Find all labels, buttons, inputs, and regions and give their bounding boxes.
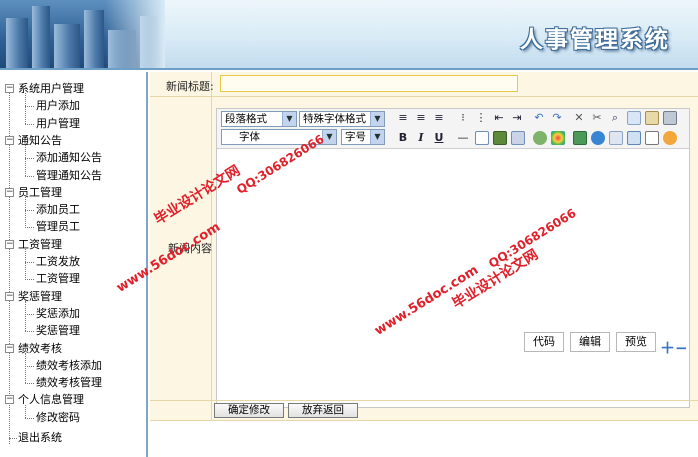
sidebar-group-5[interactable]: − 绩效考核 <box>0 340 62 357</box>
tab-code[interactable]: 代码 <box>524 332 564 352</box>
system-title: 人事管理系统 <box>520 27 670 53</box>
sidebar-item[interactable]: 绩效考核管理 <box>0 374 102 391</box>
sidebar-item-label: 工资管理 <box>36 272 80 286</box>
collapse-icon[interactable]: − <box>5 187 14 197</box>
undo-icon[interactable]: ↶ <box>531 110 547 126</box>
sidebar-item[interactable]: 添加通知公告 <box>0 149 102 166</box>
sidebar-item[interactable]: 工资发放 <box>0 253 80 270</box>
sidebar-group-0[interactable]: − 系统用户管理 <box>0 80 84 97</box>
bullet-list-icon[interactable]: ⁝ <box>455 110 471 126</box>
redo-icon[interactable]: ↷ <box>549 110 565 126</box>
editor-toolbar: 段落格式 ▼ 特殊字体格式 ▼ 字体 ▼ 字号 ▼ ≡ ≡ ≡ ⁝ ⋮ ⇤ ⇥ ↶ ↷ … <box>217 109 689 149</box>
cancel-return-button[interactable]: 放弃返回 <box>288 403 358 418</box>
sidebar-item[interactable]: 工资管理 <box>0 270 80 287</box>
sidebar-item-label: 绩效考核添加 <box>36 358 102 372</box>
sidebar-item-label: 添加员工 <box>36 203 80 217</box>
sidebar-group-3[interactable]: − 工资管理 <box>0 236 62 253</box>
sidebar-item[interactable]: 管理通知公告 <box>0 167 102 184</box>
numbered-list-icon[interactable]: ⋮ <box>473 110 489 126</box>
sidebar-item-label: 修改密码 <box>36 410 80 424</box>
help-icon[interactable] <box>663 131 677 145</box>
action-buttons: 确定修改 放弃返回 <box>150 400 698 418</box>
delete-icon[interactable]: ✕ <box>571 110 587 126</box>
underline-button[interactable]: U <box>431 130 447 146</box>
news-title-input[interactable] <box>220 75 518 92</box>
special-format-select[interactable]: 特殊字体格式 ▼ <box>299 111 385 127</box>
sidebar-item-label: 添加通知公告 <box>36 151 102 165</box>
sidebar-item[interactable]: 修改密码 <box>0 409 80 426</box>
align-right-icon[interactable]: ≡ <box>431 110 447 126</box>
sidebar-item-label: 用户管理 <box>36 116 80 130</box>
confirm-modify-button[interactable]: 确定修改 <box>214 403 284 418</box>
sidebar-item-label: 退出系统 <box>18 431 62 444</box>
paragraph-format-select[interactable]: 段落格式 ▼ <box>221 111 297 127</box>
source-icon[interactable] <box>627 131 641 145</box>
indent-icon[interactable]: ⇥ <box>509 110 525 126</box>
paste-icon[interactable] <box>645 111 659 125</box>
sidebar-group-2[interactable]: − 员工管理 <box>0 184 62 201</box>
app-header: 人事管理系统 <box>0 0 698 70</box>
collapse-icon[interactable]: − <box>5 395 14 405</box>
insert-flash-icon[interactable] <box>533 131 547 145</box>
italic-button[interactable]: I <box>413 130 429 146</box>
collapse-icon[interactable]: − <box>5 239 14 249</box>
print-icon[interactable] <box>663 111 677 125</box>
collapse-icon[interactable]: − <box>5 135 14 145</box>
resize-plus-minus-icon[interactable]: ＋− <box>660 337 688 358</box>
collapse-icon[interactable]: − <box>5 84 14 93</box>
sidebar-group-label: 个人信息管理 <box>18 393 84 407</box>
font-size-select[interactable]: 字号 ▼ <box>341 129 385 145</box>
sidebar-item-label: 管理通知公告 <box>36 168 102 182</box>
sidebar-item-label: 管理员工 <box>36 220 80 234</box>
bold-button[interactable]: B <box>395 130 411 146</box>
insert-table-icon[interactable] <box>475 131 489 145</box>
color-icon[interactable] <box>551 131 565 145</box>
sidebar-tree: − 系统用户管理 用户添加 用户管理 − 通知公告 添加通知公告 管理通知公告 − 员工管理 添加员… <box>0 72 148 457</box>
sidebar-item-exit[interactable]: 退出系统 <box>0 429 62 446</box>
news-title-label: 新闻标题: <box>166 80 214 93</box>
insert-link-icon[interactable] <box>591 131 605 145</box>
sidebar-item-label: 工资发放 <box>36 255 80 268</box>
cut-icon[interactable]: ✂ <box>589 110 605 126</box>
outdent-icon[interactable]: ⇤ <box>491 110 507 126</box>
sidebar-item[interactable]: 添加员工 <box>0 201 80 218</box>
insert-emoticon-icon[interactable] <box>573 131 587 145</box>
insert-media-icon[interactable] <box>511 131 525 145</box>
tab-edit[interactable]: 编辑 <box>570 332 610 352</box>
copy-icon[interactable] <box>627 111 641 125</box>
sidebar-item-label: 奖惩添加 <box>36 306 80 320</box>
collapse-icon[interactable]: − <box>5 343 14 353</box>
horizontal-rule-icon[interactable]: — <box>455 130 471 146</box>
sidebar-group-label: 系统用户管理 <box>18 82 84 95</box>
sidebar-group-4[interactable]: − 奖惩管理 <box>0 288 62 305</box>
align-left-icon[interactable]: ≡ <box>395 110 411 126</box>
sidebar-group-1[interactable]: − 通知公告 <box>0 132 62 149</box>
sidebar-item[interactable]: 管理员工 <box>0 218 80 235</box>
sidebar-item[interactable]: 奖惩添加 <box>0 305 80 322</box>
insert-image-icon[interactable] <box>493 131 507 145</box>
collapse-icon[interactable]: − <box>5 291 14 301</box>
tab-preview[interactable]: 预览 <box>616 332 656 352</box>
sidebar-item[interactable]: 奖惩管理 <box>0 322 80 339</box>
sidebar-group-6[interactable]: − 个人信息管理 <box>0 391 84 408</box>
city-skyline-image <box>0 0 165 68</box>
sidebar-item[interactable]: 用户添加 <box>0 97 80 114</box>
sidebar-item[interactable]: 用户管理 <box>0 115 80 132</box>
fullscreen-icon[interactable] <box>645 131 659 145</box>
sidebar-item-label: 用户添加 <box>36 99 80 113</box>
sidebar-item-label: 奖惩管理 <box>36 324 80 338</box>
sidebar-item-label: 绩效考核管理 <box>36 376 102 390</box>
insert-date-icon[interactable] <box>609 131 623 145</box>
find-icon[interactable]: ⌕ <box>607 110 623 126</box>
align-center-icon[interactable]: ≡ <box>413 110 429 126</box>
main-form: 新闻标题: 新闻内容 段落格式 ▼ 特殊字体格式 ▼ 字体 ▼ 字号 ▼ ≡ ≡ ≡ ⁝… <box>150 72 698 457</box>
sidebar-item[interactable]: 绩效考核添加 <box>0 357 102 374</box>
